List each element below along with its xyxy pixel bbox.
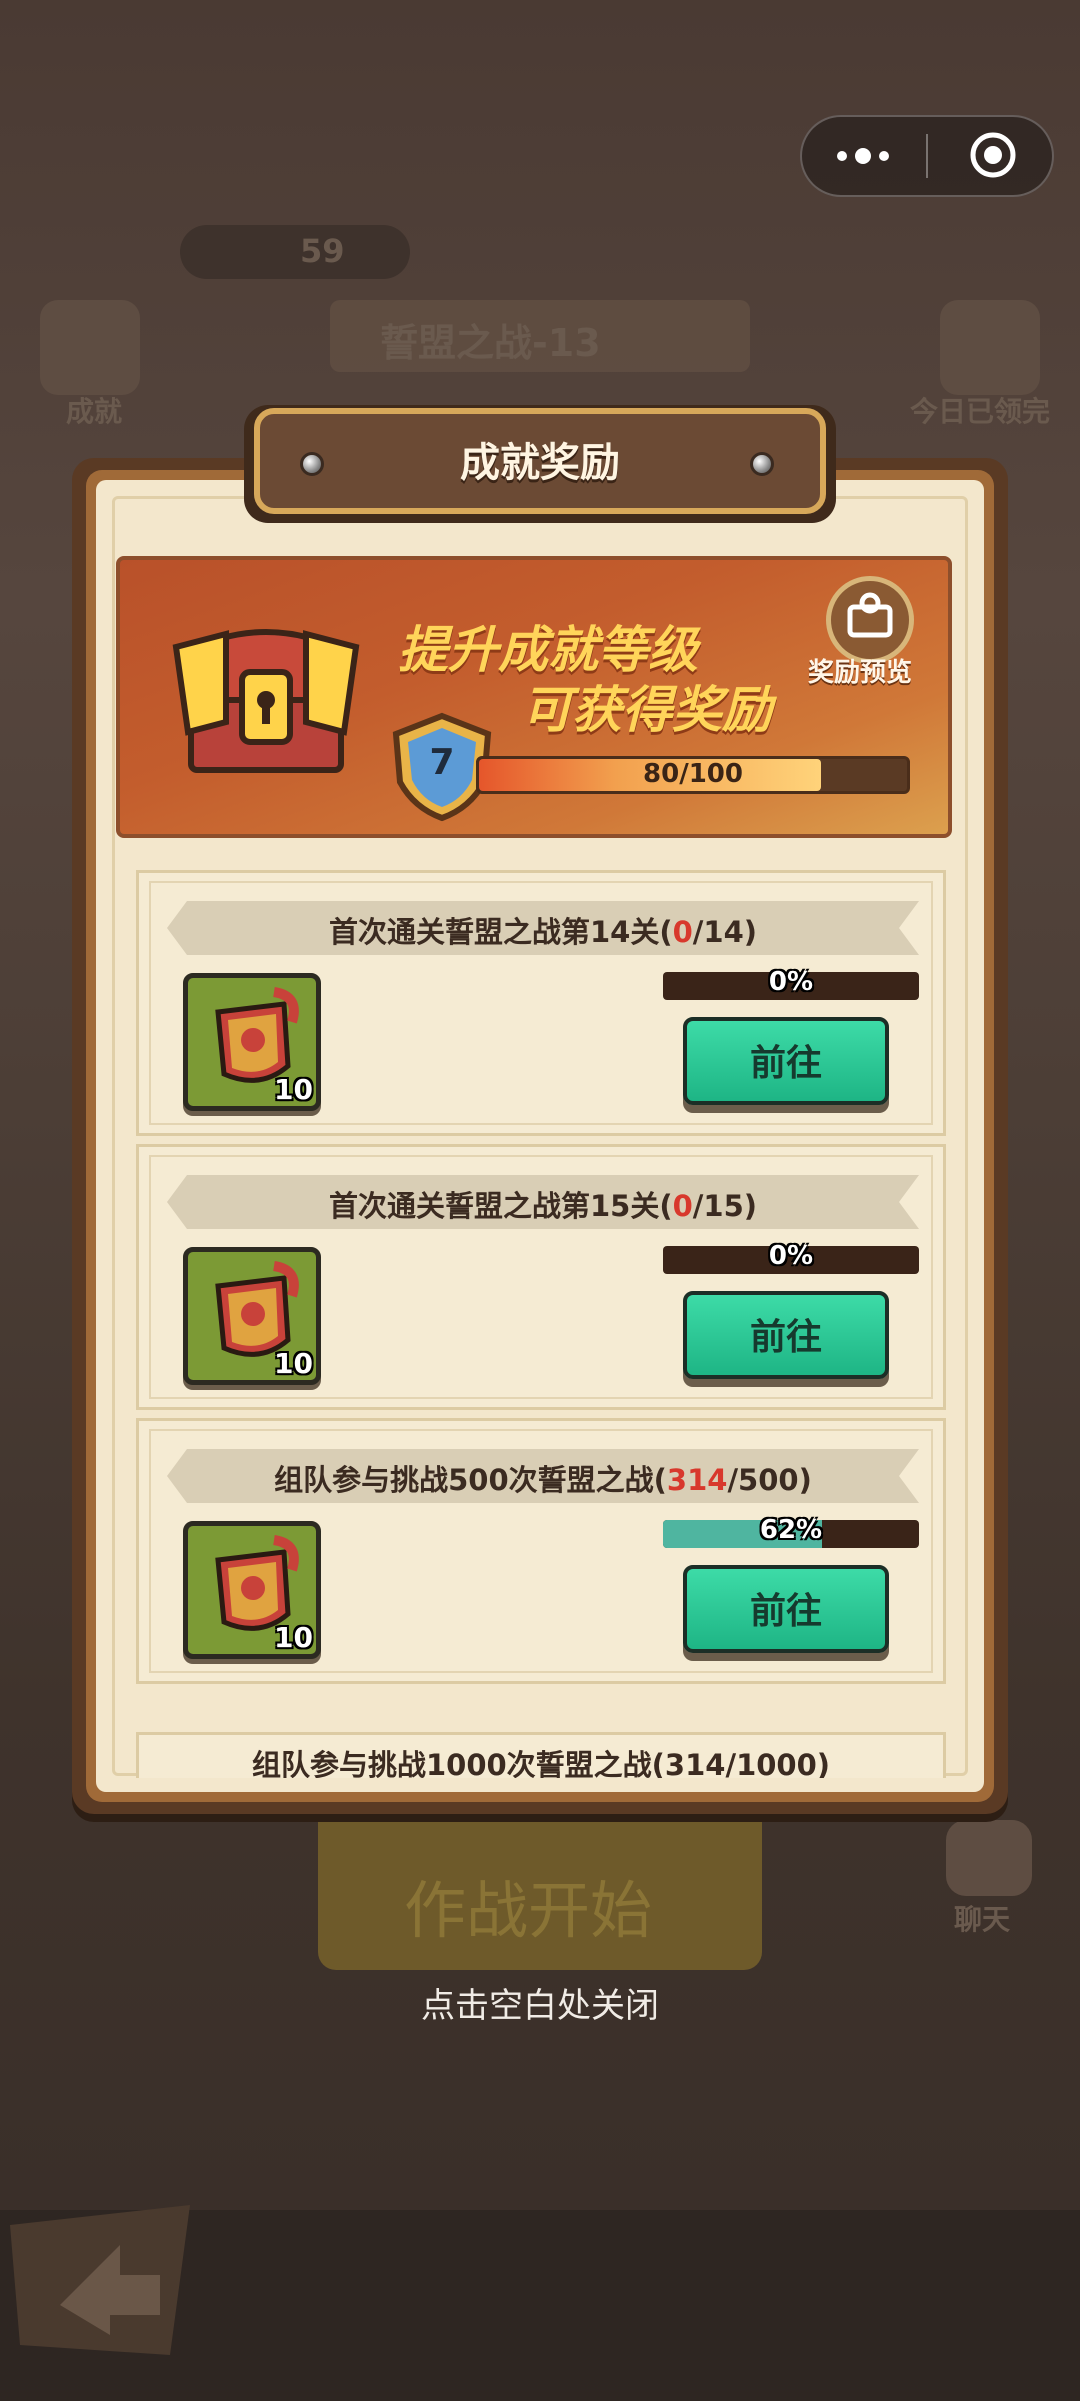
- stage-title: 誓盟之战-13: [380, 321, 601, 365]
- reward-count: 10: [274, 1621, 313, 1654]
- go-button-label[interactable]: 前往: [683, 1308, 889, 1360]
- row-title-text: 首次通关誓盟之战第15关(: [328, 1189, 673, 1223]
- achievement-icon: [40, 300, 140, 395]
- row-progress-percent: 0%: [768, 1241, 814, 1271]
- row-title-text: 组队参与挑战500次誓盟之战(: [274, 1463, 667, 1497]
- row-progress-total: /500): [727, 1463, 812, 1497]
- achievement-row: 组队参与挑战500次誓盟之战(314/500) 10 62% 前往: [136, 1418, 946, 1684]
- back-arrow-icon: [10, 2205, 190, 2355]
- row-title-partial: 组队参与挑战1000次誓盟之战(314/1000): [251, 1748, 831, 1778]
- list-scroll-edge: 组队参与挑战1000次誓盟之战(314/1000): [136, 1732, 946, 1778]
- exp-progress-text: 80/100: [643, 759, 743, 789]
- row-title: 首次通关誓盟之战第14关(0/14): [167, 909, 919, 951]
- reward-preview-label[interactable]: 奖励预览: [808, 652, 912, 689]
- daily-reward-icon: [940, 300, 1040, 395]
- achievement-row: 首次通关誓盟之战第15关(0/15) 10 0% 前往: [136, 1144, 946, 1410]
- go-button-label[interactable]: 前往: [683, 1034, 889, 1086]
- go-button-label[interactable]: 前往: [683, 1582, 889, 1634]
- chat-label: 聊天: [954, 1903, 1011, 1936]
- row-progress-current: 314: [666, 1463, 728, 1497]
- panel-title: 成就奖励: [460, 440, 620, 486]
- daily-reward-label: 今日已领完: [910, 395, 1051, 428]
- reward-count: 10: [274, 1073, 313, 1106]
- capsule-divider: [926, 134, 928, 178]
- gem-counter: [180, 225, 410, 279]
- more-menu-icon[interactable]: [832, 140, 894, 172]
- close-miniprogram-icon[interactable]: [968, 130, 1018, 180]
- gem-count: 59: [300, 232, 345, 270]
- battle-start-label: 作战开始: [404, 1874, 653, 1947]
- row-title-text: 首次通关誓盟之战第14关(: [328, 915, 673, 949]
- achievement-label: 成就: [66, 395, 123, 428]
- reward-count: 10: [274, 1347, 313, 1380]
- row-progress-total: /15): [692, 1189, 757, 1223]
- reward-preview-button[interactable]: [826, 576, 914, 664]
- row-progress-percent: 62%: [759, 1515, 823, 1545]
- row-title: 首次通关誓盟之战第15关(0/15): [167, 1183, 919, 1225]
- row-progress-total: /14): [692, 915, 757, 949]
- row-progress-current: 0: [672, 915, 693, 949]
- row-progress-current: 0: [672, 1189, 693, 1223]
- close-hint[interactable]: 点击空白处关闭: [0, 1978, 1080, 2027]
- banner-subline: 可获得奖励: [522, 681, 772, 739]
- row-progress-percent: 0%: [768, 967, 814, 997]
- achievement-row: 首次通关誓盟之战第14关(0/14) 10 0% 前往: [136, 870, 946, 1136]
- gift-icon: [847, 592, 893, 638]
- chat-icon: [946, 1820, 1032, 1896]
- treasure-chest-icon: [172, 629, 360, 773]
- row-title: 组队参与挑战500次誓盟之战(314/500): [167, 1457, 919, 1499]
